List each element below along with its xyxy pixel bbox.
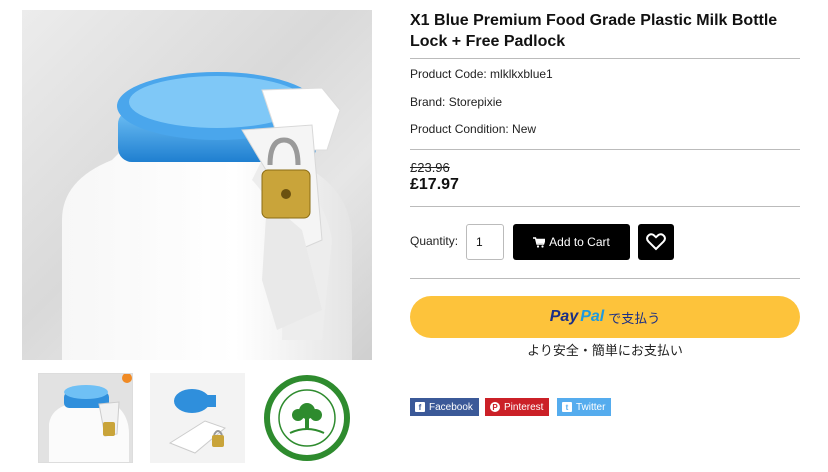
share-twitter-button[interactable]: t Twitter: [557, 398, 612, 416]
add-to-cart-button[interactable]: Add to Cart: [513, 224, 630, 260]
product-title: X1 Blue Premium Food Grade Plastic Milk …: [410, 12, 778, 50]
share-facebook-label: Facebook: [429, 401, 473, 413]
main-product-image[interactable]: [22, 10, 372, 360]
divider: [410, 58, 800, 59]
divider: [410, 278, 800, 279]
share-facebook-button[interactable]: f Facebook: [410, 398, 479, 416]
facebook-icon: f: [415, 402, 425, 412]
product-brand: Brand: Storepixie: [410, 95, 503, 109]
pinterest-icon: P: [490, 402, 500, 412]
quantity-label: Quantity:: [410, 234, 459, 248]
paypal-logo-pal: Pal: [580, 308, 605, 325]
shopping-cart-icon: [533, 236, 546, 248]
paypal-button-label: で支払う: [608, 310, 661, 326]
heart-icon: [646, 233, 666, 251]
thumbnail-1[interactable]: [38, 373, 133, 463]
share-pinterest-label: Pinterest: [504, 401, 544, 413]
thumbnail-3[interactable]: [260, 373, 355, 463]
product-code: Product Code: mlklkxblue1: [410, 67, 553, 81]
share-twitter-label: Twitter: [576, 401, 606, 413]
milk-bottle-lock-photo: [62, 72, 352, 360]
divider: [410, 206, 800, 207]
paypal-logo-pay: Pay: [549, 308, 579, 325]
paypal-tagline: より安全・簡単にお支払い: [527, 343, 683, 358]
paypal-button[interactable]: Pay Pal で支払う: [410, 296, 800, 338]
product-condition: Product Condition: New: [410, 122, 537, 136]
thumbnail-bottle-image: [39, 374, 132, 462]
wishlist-button[interactable]: [638, 224, 674, 260]
current-price: £17.97: [410, 176, 459, 193]
twitter-icon: t: [562, 402, 572, 412]
divider: [410, 149, 800, 150]
thumbnail-lock-parts-image: [150, 373, 245, 463]
old-price: £23.96: [410, 160, 450, 175]
share-pinterest-button[interactable]: P Pinterest: [485, 398, 550, 416]
quantity-input[interactable]: [466, 224, 504, 260]
biodegradable-badge-icon: [264, 375, 350, 461]
add-to-cart-label: Add to Cart: [549, 235, 610, 249]
thumbnail-2[interactable]: [150, 373, 245, 463]
